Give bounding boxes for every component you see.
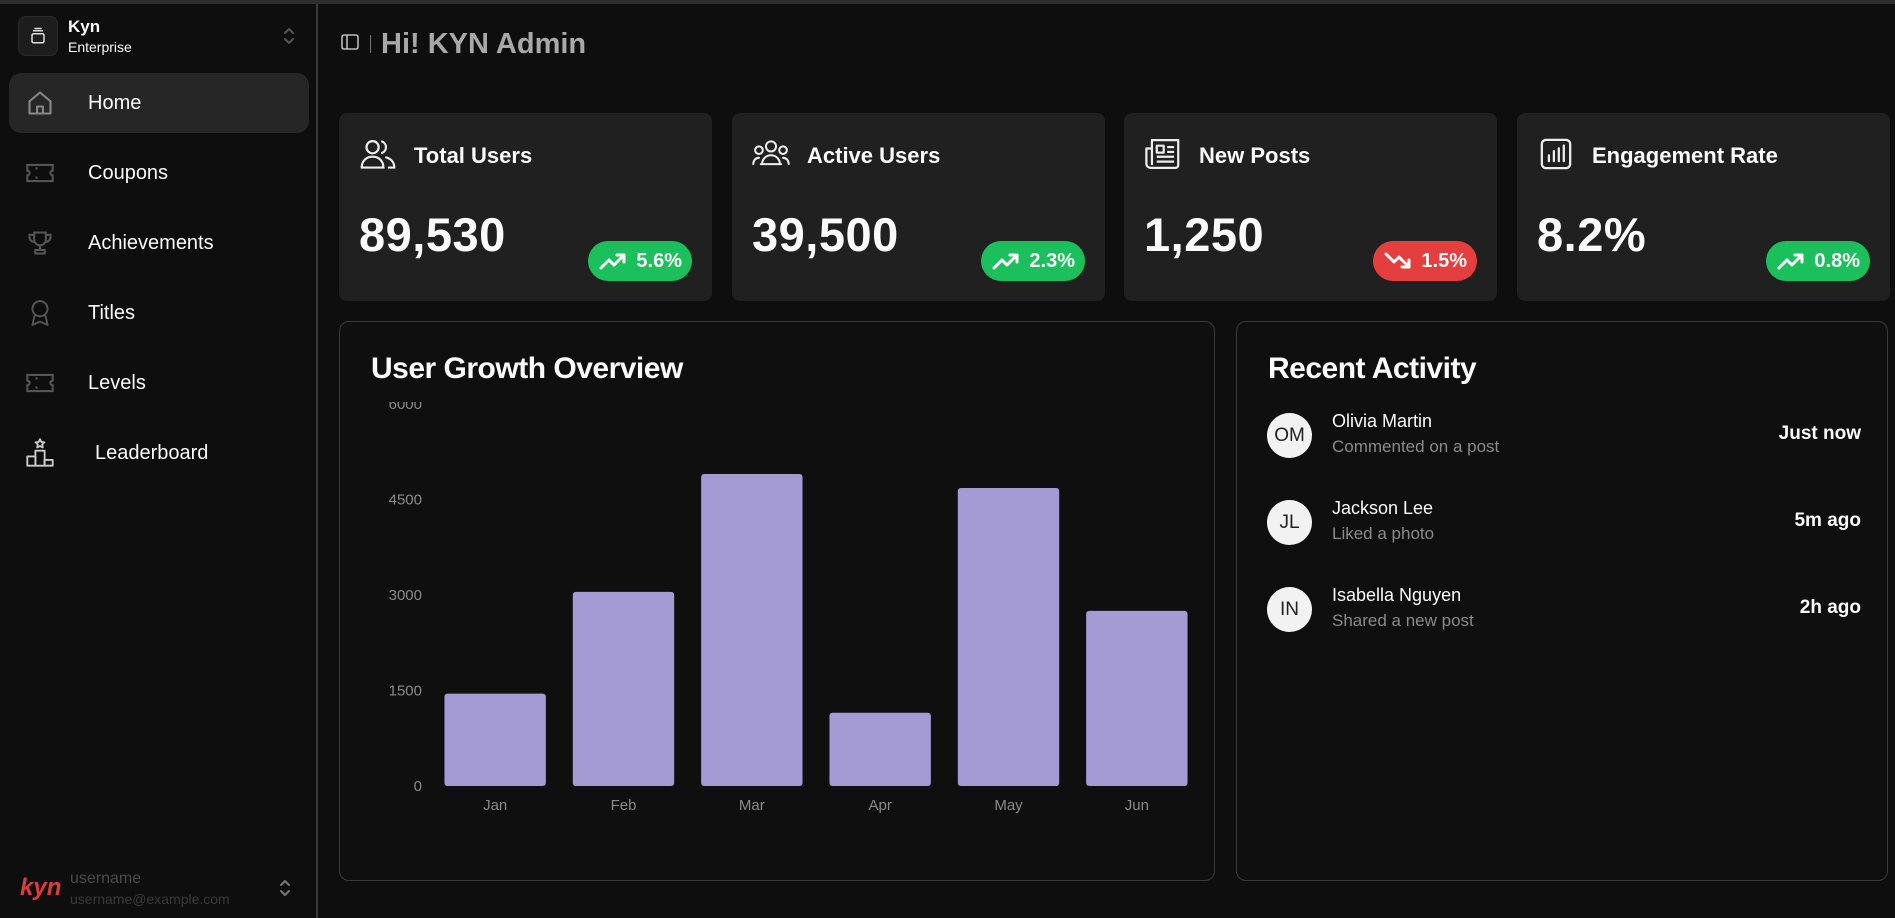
user-growth-panel: User Growth Overview 0 1500 3000 4500 6000 Ja… (339, 321, 1215, 881)
panel-title: User Growth Overview (371, 352, 683, 385)
y-tick-label: 0 (414, 778, 422, 795)
ticket-icon (25, 368, 55, 398)
sidebar-item-levels[interactable]: Levels (9, 353, 309, 413)
trending-up-icon (991, 249, 1021, 273)
stat-value: 8.2% (1537, 208, 1647, 261)
sidebar-item-label: Coupons (88, 161, 169, 184)
activity-time: 5m ago (1794, 510, 1861, 531)
trend-value: 0.8% (1814, 249, 1860, 272)
trend-badge: 1.5% (1373, 241, 1477, 281)
trend-badge: 0.8% (1766, 241, 1870, 281)
stat-card-engagement-rate: Engagement Rate 8.2% 0.8% (1517, 113, 1890, 301)
stat-value: 89,530 (359, 208, 506, 261)
podium-icon (25, 438, 55, 468)
user-growth-chart: 0 1500 3000 4500 6000 Jan Feb Mar Apr May Jun (389, 402, 1188, 814)
stat-title: Total Users (414, 143, 533, 168)
stat-card-active-users: Active Users 39,500 2.3% (732, 113, 1105, 301)
chart-bar-mar[interactable] (701, 474, 803, 786)
trending-up-icon (598, 249, 628, 273)
chart-bar-may[interactable] (957, 488, 1060, 786)
trend-value: 1.5% (1421, 249, 1467, 272)
stat-title: Active Users (807, 143, 941, 168)
chart-bar-jan[interactable] (444, 693, 546, 786)
y-tick-label: 3000 (389, 587, 422, 604)
chart-bar-apr[interactable] (829, 712, 931, 786)
org-plan: Enterprise (68, 39, 132, 55)
user-email: username@example.com (70, 890, 230, 907)
trending-up-icon (1776, 249, 1806, 273)
activity-time: Just now (1778, 423, 1861, 444)
stat-value: 1,250 (1144, 208, 1265, 261)
chevrons-up-down-icon (282, 26, 296, 51)
activity-user-name: Jackson Lee (1332, 498, 1434, 518)
trophy-icon (25, 228, 55, 258)
chevrons-up-down-icon (278, 878, 292, 903)
recent-activity-panel: Recent Activity OM Olivia Martin Comment… (1236, 321, 1888, 881)
page-header: Hi! KYN Admin (340, 22, 586, 66)
org-name: Kyn (68, 17, 101, 36)
stat-title: New Posts (1199, 143, 1311, 168)
sidebar-item-label: Home (88, 91, 142, 114)
sidebar-item-achievements[interactable]: Achievements (9, 213, 309, 273)
y-tick-label: 4500 (389, 492, 422, 509)
chart-bar-jun[interactable] (1086, 610, 1188, 786)
ticket-icon (25, 158, 55, 188)
header-divider (370, 35, 371, 53)
users-icon (359, 135, 397, 173)
sidebar-item-leaderboard[interactable]: Leaderboard (9, 423, 309, 483)
x-tick-label: Apr (868, 797, 891, 814)
stat-card-total-users: Total Users 89,530 5.6% (339, 113, 712, 301)
trend-badge: 5.6% (588, 241, 692, 281)
stat-value: 39,500 (752, 208, 899, 261)
panel-title: Recent Activity (1268, 352, 1477, 385)
sidebar: Kyn Enterprise Home Coupons Achievements (0, 4, 318, 918)
trend-value: 5.6% (636, 249, 682, 272)
activity-description: Liked a photo (1332, 524, 1435, 543)
bar-chart-icon (1537, 135, 1575, 173)
activity-description: Commented on a post (1332, 437, 1500, 456)
avatar: IN (1267, 587, 1312, 632)
activity-description: Shared a new post (1332, 611, 1474, 630)
y-tick-label: 1500 (389, 683, 422, 700)
sidebar-item-coupons[interactable]: Coupons (9, 143, 309, 203)
award-icon (25, 298, 55, 328)
sidebar-nav: Home Coupons Achievements Titles Levels (9, 73, 309, 493)
sidebar-item-titles[interactable]: Titles (9, 283, 309, 343)
chart-bar-feb[interactable] (572, 591, 675, 786)
y-tick-label: 6000 (389, 402, 422, 413)
org-switcher[interactable]: Kyn Enterprise (18, 12, 310, 60)
activity-user-name: Isabella Nguyen (1332, 585, 1462, 605)
sidebar-item-label: Titles (88, 301, 136, 324)
x-tick-label: Mar (739, 797, 765, 814)
activity-item[interactable]: JL Jackson Lee Liked a photo 5m ago (1267, 498, 1861, 546)
stat-card-new-posts: New Posts 1,250 1.5% (1124, 113, 1497, 301)
brand-logo: kyn (20, 874, 62, 901)
activity-item[interactable]: OM Olivia Martin Commented on a post Jus… (1267, 411, 1861, 459)
page-title: Hi! KYN Admin (381, 27, 587, 60)
trending-down-icon (1383, 249, 1413, 273)
org-logo-icon (18, 16, 58, 56)
sidebar-item-label: Leaderboard (95, 441, 209, 464)
activity-item[interactable]: IN Isabella Nguyen Shared a new post 2h … (1267, 585, 1861, 633)
sidebar-item-home[interactable]: Home (9, 73, 309, 133)
activity-user-name: Olivia Martin (1332, 411, 1433, 431)
stat-title: Engagement Rate (1592, 143, 1778, 168)
x-tick-label: May (994, 797, 1023, 814)
home-icon (25, 88, 55, 118)
x-tick-label: Jan (483, 797, 507, 814)
user-name: username (70, 869, 142, 887)
sidebar-toggle-icon[interactable] (340, 32, 360, 57)
avatar: OM (1267, 413, 1312, 458)
group-icon (752, 135, 790, 173)
activity-time: 2h ago (1799, 597, 1861, 618)
avatar: JL (1267, 500, 1312, 545)
x-tick-label: Jun (1125, 797, 1149, 814)
x-tick-label: Feb (611, 797, 637, 814)
trend-value: 2.3% (1029, 249, 1075, 272)
sidebar-item-label: Levels (88, 371, 146, 394)
newspaper-icon (1144, 135, 1182, 173)
user-menu[interactable]: kyn username username@example.com (20, 866, 310, 910)
trend-badge: 2.3% (981, 241, 1085, 281)
sidebar-item-label: Achievements (88, 231, 214, 254)
